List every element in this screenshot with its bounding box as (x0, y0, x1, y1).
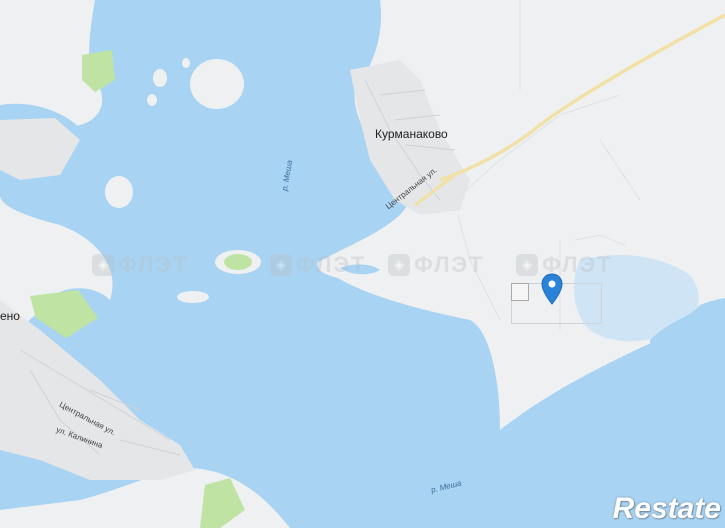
watermark-logo-icon: ◈ (388, 254, 410, 276)
watermark-logo-icon: ◈ (92, 254, 114, 276)
brand-logo: Restate (612, 492, 721, 525)
broken-image-icon (511, 283, 529, 301)
watermark: ◈ ФЛЭТ (516, 252, 612, 278)
watermark-logo-icon: ◈ (270, 254, 292, 276)
label-village-left: ено (0, 309, 20, 323)
watermark: ◈ ФЛЭТ (388, 252, 484, 278)
label-village-kurmanakovo: Курманаково (375, 127, 448, 141)
watermark: ◈ ФЛЭТ (270, 252, 366, 278)
island-large (190, 59, 244, 109)
map-view[interactable]: Курманаково ено Центральная ул. Централь… (0, 0, 725, 528)
watermark-logo-icon: ◈ (516, 254, 538, 276)
watermark: ◈ ФЛЭТ (92, 252, 188, 278)
